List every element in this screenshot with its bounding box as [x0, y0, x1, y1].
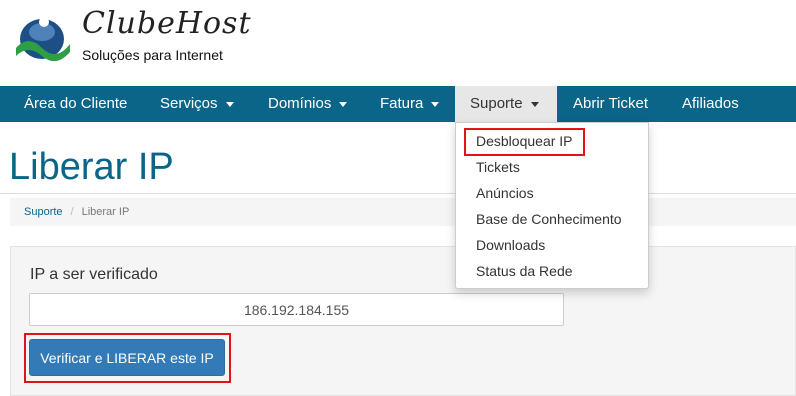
- dropdown-item-tickets[interactable]: Tickets: [476, 159, 520, 175]
- ip-input[interactable]: [29, 293, 564, 326]
- nav-label: Serviços: [160, 95, 218, 112]
- caret-down-icon: [225, 101, 234, 107]
- dropdown-item-downloads[interactable]: Downloads: [476, 237, 545, 253]
- title-divider: [0, 193, 796, 194]
- dropdown-item-anuncios[interactable]: Anúncios: [476, 185, 534, 201]
- nav-label: Domínios: [268, 95, 332, 112]
- nav-label: Área do Cliente: [24, 95, 128, 112]
- breadcrumb: Suporte / Liberar IP: [10, 198, 796, 226]
- nav-label: Suporte: [470, 95, 523, 112]
- nav-abrir-ticket[interactable]: Abrir Ticket: [561, 86, 660, 122]
- logo-icon: [16, 17, 70, 62]
- brand-name: ClubeHost: [82, 6, 252, 41]
- main-navbar: Área do Cliente Serviços Domínios Fatura…: [0, 86, 796, 122]
- dropdown-item-status-da-rede[interactable]: Status da Rede: [476, 263, 573, 279]
- nav-afiliados[interactable]: Afiliados: [670, 86, 751, 122]
- dropdown-item-base-de-conhecimento[interactable]: Base de Conhecimento: [476, 211, 622, 227]
- breadcrumb-link-suporte[interactable]: Suporte: [24, 206, 63, 218]
- caret-down-icon: [339, 101, 348, 107]
- breadcrumb-current: Liberar IP: [81, 206, 130, 218]
- caret-down-icon: [431, 101, 440, 107]
- header: ClubeHost Soluções para Internet: [0, 0, 796, 86]
- caret-down-icon: [530, 101, 539, 107]
- nav-area-do-cliente[interactable]: Área do Cliente: [12, 86, 139, 122]
- breadcrumb-separator: /: [70, 206, 74, 218]
- verify-release-ip-button[interactable]: Verificar e LIBERAR este IP: [29, 339, 225, 376]
- dropdown-highlight-outline: [464, 128, 585, 156]
- nav-label: Fatura: [380, 95, 424, 112]
- nav-dominios[interactable]: Domínios: [256, 86, 359, 122]
- page-title: Liberar IP: [9, 146, 174, 188]
- nav-suporte[interactable]: Suporte: [455, 86, 557, 122]
- ip-field-label: IP a ser verificado: [30, 266, 158, 283]
- nav-fatura[interactable]: Fatura: [368, 86, 451, 122]
- nav-label: Abrir Ticket: [573, 95, 649, 112]
- nav-servicos[interactable]: Serviços: [148, 86, 246, 122]
- brand-tagline: Soluções para Internet: [82, 47, 223, 63]
- nav-label: Afiliados: [682, 95, 739, 112]
